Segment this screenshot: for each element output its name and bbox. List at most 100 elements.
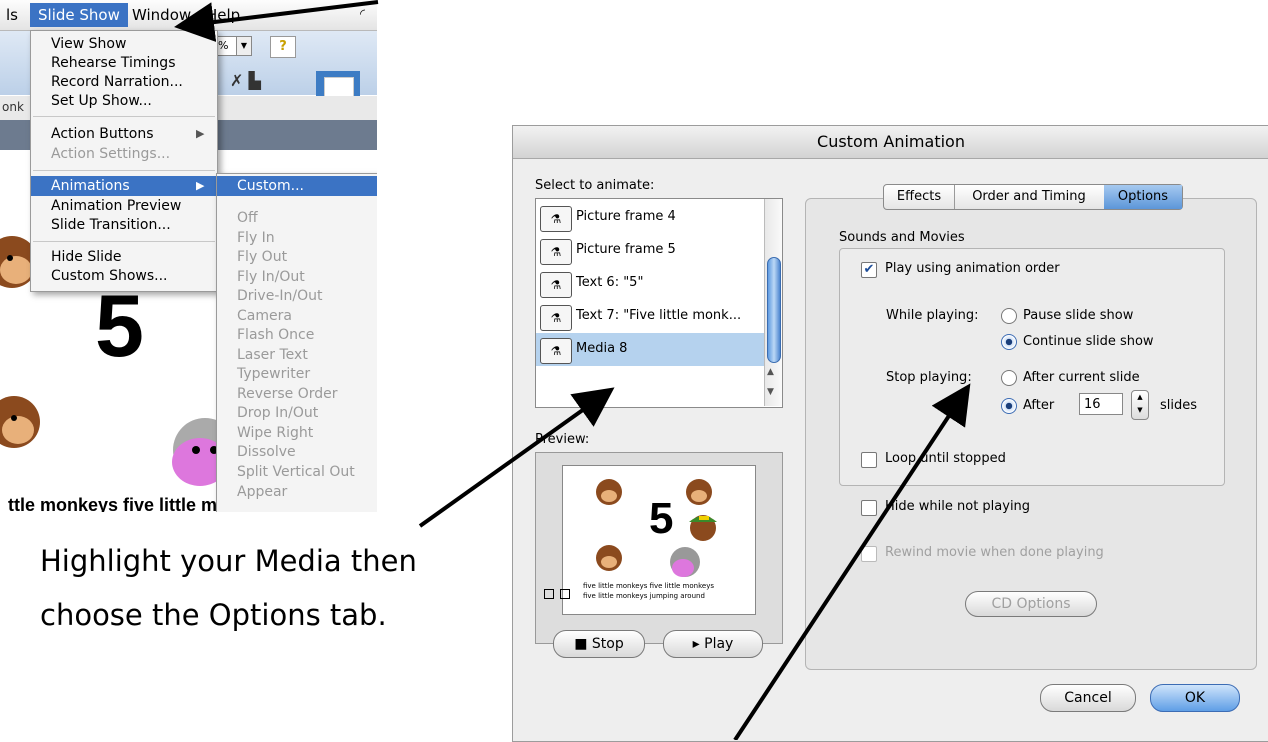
- menu-item-appear: Appear: [237, 484, 288, 500]
- menu-item-fly-out: Fly Out: [237, 249, 288, 265]
- scroll-thumb[interactable]: [767, 257, 781, 363]
- menu-item-dissolve: Dissolve: [237, 444, 296, 460]
- play-button-label: Play: [704, 636, 734, 652]
- media-placeholder-icon: [560, 589, 570, 599]
- preview-slide: 5 five little monkeys five little monkey…: [562, 465, 756, 615]
- menu-item-record-narration[interactable]: Record Narration...: [51, 72, 183, 92]
- menu-item-drive-in-out: Drive-In/Out: [237, 288, 323, 304]
- menu-item-flash-once: Flash Once: [237, 327, 315, 343]
- menu-help[interactable]: Help: [200, 3, 246, 27]
- play-button[interactable]: ▸ Play: [663, 630, 763, 658]
- menu-bar: ls Slide Show Window Help ◜: [0, 0, 377, 31]
- instruction-text-line1: Highlight your Media then: [40, 544, 417, 578]
- dialog-title: Custom Animation: [817, 132, 965, 151]
- menu-item-hide-slide[interactable]: Hide Slide: [51, 247, 122, 267]
- menu-tools[interactable]: ls: [0, 3, 24, 27]
- list-scrollbar[interactable]: ▲ ▼: [764, 199, 782, 406]
- custom-animation-dialog: Custom Animation Select to animate: ⚗ Pi…: [512, 125, 1268, 742]
- preview-number: 5: [649, 494, 674, 543]
- tab-options[interactable]: Options: [1104, 185, 1182, 209]
- dialog-title-bar[interactable]: Custom Animation: [513, 126, 1268, 159]
- menu-item-custom[interactable]: Custom...: [237, 176, 304, 196]
- pause-slide-show-label: Pause slide show: [1023, 308, 1134, 323]
- continue-slide-show-radio[interactable]: [1001, 334, 1017, 350]
- play-icon: ▸: [692, 636, 705, 652]
- object-icon: ⚗: [540, 272, 572, 298]
- stop-icon: ■: [574, 636, 592, 652]
- rewind-movie-checkbox: [861, 546, 877, 562]
- list-item[interactable]: ⚗ Picture frame 5: [536, 234, 764, 267]
- loop-until-stopped-checkbox[interactable]: [861, 452, 877, 468]
- menu-separator: [33, 241, 215, 242]
- pause-slide-show-radio[interactable]: [1001, 308, 1017, 324]
- preview-caption: five little monkeys five little monkeys: [583, 582, 714, 590]
- preview-label: Preview:: [535, 432, 590, 447]
- animations-submenu: Custom... Off Fly In Fly Out Fly In/Out …: [216, 173, 377, 512]
- list-item-label: Picture frame 5: [576, 242, 676, 257]
- list-item-media-8[interactable]: ⚗ Media 8: [536, 333, 764, 366]
- list-item-label: Media 8: [576, 341, 628, 356]
- menu-item-fly-in-out: Fly In/Out: [237, 269, 305, 285]
- media-placeholder-icon: [544, 589, 554, 599]
- menu-screenshot: ls Slide Show Window Help ◜ 5% ▼ ? ✗ ▙ P…: [0, 0, 377, 512]
- menu-item-fly-in: Fly In: [237, 230, 275, 246]
- object-icon: ⚗: [540, 305, 572, 331]
- monkey-face-icon: [596, 479, 622, 505]
- format-tools-icon[interactable]: ✗ ▙: [230, 71, 261, 90]
- menu-item-set-up-show[interactable]: Set Up Show...: [51, 91, 152, 111]
- tab-control: Effects Order and Timing Options: [883, 184, 1183, 210]
- slides-count-field[interactable]: 16: [1079, 393, 1123, 415]
- tab-order-and-timing[interactable]: Order and Timing: [954, 185, 1105, 209]
- menu-separator: [33, 116, 215, 117]
- menu-item-typewriter: Typewriter: [237, 366, 311, 382]
- list-item[interactable]: ⚗ Picture frame 4: [536, 201, 764, 234]
- menu-item-drop-in-out: Drop In/Out: [237, 405, 319, 421]
- list-item-label: Text 6: "5": [576, 275, 644, 290]
- monkey-face-icon: [686, 479, 712, 505]
- continue-slide-show-label: Continue slide show: [1023, 334, 1154, 349]
- wifi-icon: ◜: [360, 7, 366, 22]
- rewind-movie-label: Rewind movie when done playing: [885, 545, 1104, 560]
- scroll-up-icon[interactable]: ▲: [767, 367, 774, 377]
- list-item[interactable]: ⚗ Text 6: "5": [536, 267, 764, 300]
- after-current-slide-radio[interactable]: [1001, 370, 1017, 386]
- play-using-animation-order-checkbox[interactable]: ✔: [861, 262, 877, 278]
- menu-item-view-show[interactable]: View Show: [51, 34, 126, 54]
- menu-separator: [33, 170, 215, 171]
- slides-count-stepper[interactable]: ▲ ▼: [1131, 390, 1149, 420]
- cd-options-button: CD Options: [965, 591, 1097, 617]
- menu-window[interactable]: Window: [126, 3, 197, 27]
- menu-item-custom-shows[interactable]: Custom Shows...: [51, 266, 168, 286]
- help-icon[interactable]: ?: [270, 36, 296, 58]
- menu-item-camera: Camera: [237, 308, 292, 324]
- list-item-label: Picture frame 4: [576, 209, 676, 224]
- monkey-face-icon: [689, 515, 717, 541]
- after-n-slides-radio[interactable]: [1001, 398, 1017, 414]
- loop-until-stopped-label: Loop until stopped: [885, 451, 1006, 466]
- menu-slide-show[interactable]: Slide Show: [30, 3, 128, 27]
- monkey-face-icon: [596, 545, 622, 571]
- preview-caption: five little monkeys jumping around: [583, 592, 705, 600]
- menu-item-rehearse-timings[interactable]: Rehearse Timings: [51, 53, 175, 73]
- menu-item-laser-text: Laser Text: [237, 347, 308, 363]
- menu-item-action-buttons[interactable]: Action Buttons: [51, 124, 153, 144]
- object-icon: ⚗: [540, 338, 572, 364]
- ok-button[interactable]: OK: [1150, 684, 1240, 712]
- menu-item-slide-transition[interactable]: Slide Transition...: [51, 215, 171, 235]
- play-using-animation-order-label: Play using animation order: [885, 261, 1060, 276]
- cancel-button[interactable]: Cancel: [1040, 684, 1136, 712]
- menu-item-animations[interactable]: Animations: [51, 176, 130, 196]
- stop-button-label: Stop: [591, 636, 624, 652]
- scroll-down-icon[interactable]: ▼: [767, 387, 774, 397]
- menu-item-reverse-order: Reverse Order: [237, 386, 338, 402]
- list-item[interactable]: ⚗ Text 7: "Five little monk...: [536, 300, 764, 333]
- chevron-down-icon[interactable]: ▼: [236, 36, 252, 56]
- stop-button[interactable]: ■ Stop: [553, 630, 645, 658]
- after-label: After: [1023, 398, 1055, 413]
- menu-item-off: Off: [237, 210, 258, 226]
- tab-effects[interactable]: Effects: [884, 185, 955, 209]
- menu-item-animation-preview[interactable]: Animation Preview: [51, 196, 181, 216]
- after-current-slide-label: After current slide: [1023, 370, 1140, 385]
- animation-object-list: ⚗ Picture frame 4 ⚗ Picture frame 5 ⚗ Te…: [535, 198, 783, 408]
- hide-while-not-playing-checkbox[interactable]: [861, 500, 877, 516]
